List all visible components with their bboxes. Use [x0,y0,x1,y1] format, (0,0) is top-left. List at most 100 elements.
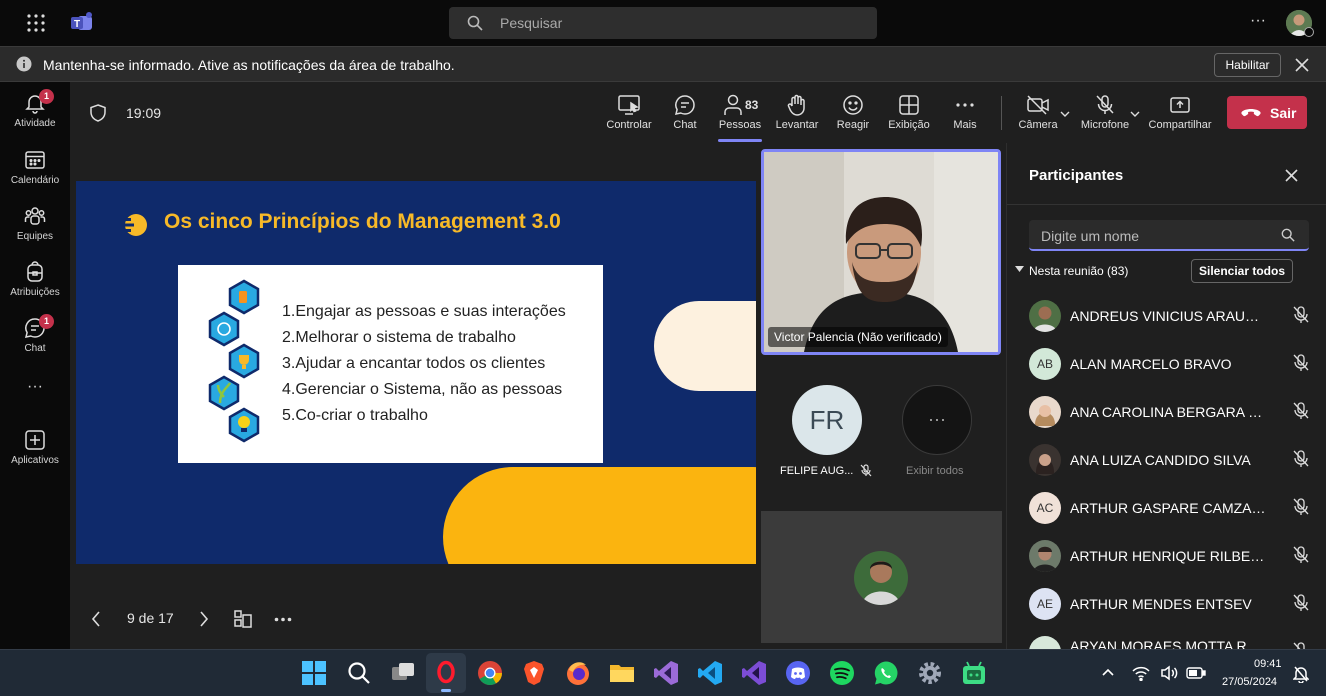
speaker-name-label: Victor Palencia (Não verificado) [768,327,948,347]
participant-initials: AB [1036,357,1053,371]
mic-options-chevron-icon[interactable] [1130,110,1140,118]
participant-row[interactable]: ANA CAROLINA BERGARA SC... [1029,388,1319,436]
mic-off-icon [1293,402,1309,420]
participant-row[interactable]: ARTHUR HENRIQUE RILBER D... [1029,532,1319,580]
camera-button[interactable]: Câmera [1016,94,1060,131]
more-button[interactable]: Mais [948,94,982,131]
self-video-tile[interactable] [761,511,1002,643]
opera-icon-active[interactable] [426,653,466,693]
clock-time[interactable]: 09:41 [1254,658,1282,670]
slide-list-item: 5.Co-criar o trabalho [282,407,428,424]
participant-row[interactable]: AC ARTHUR GASPARE CAMZANO [1029,484,1319,532]
speaker-video [764,152,998,352]
visual-studio-icon[interactable] [653,660,681,688]
close-panel-icon[interactable] [1285,169,1298,182]
slide-content-box: 1.Engajar as pessoas e suas interações 2… [178,265,603,463]
clock-date[interactable]: 27/05/2024 [1222,676,1277,688]
participant-name: ARTHUR MENDES ENTSEV [1070,596,1252,612]
mute-all-button[interactable]: Silenciar todos [1191,259,1293,283]
participant-row[interactable]: AE ARTHUR MENDES ENTSEV [1029,580,1319,628]
rail-item-teams[interactable]: Equipes [0,205,70,242]
participant-photo [1029,540,1061,572]
spotify-icon[interactable] [829,660,857,688]
battery-icon[interactable] [1186,666,1206,680]
rail-item-chat[interactable]: Chat 1 [0,314,70,354]
slide-more-button[interactable] [274,617,292,622]
search-box[interactable]: Pesquisar [449,7,877,39]
rail-item-calendar[interactable]: Calendário [0,149,70,186]
people-label: Pessoas [718,119,762,131]
next-slide-button[interactable] [198,611,210,627]
file-explorer-icon[interactable] [609,660,637,688]
whatsapp-icon[interactable] [873,660,901,688]
chrome-icon[interactable] [477,660,505,688]
search-icon[interactable] [346,660,374,688]
ellipsis-icon [956,103,974,107]
rail-item-assignments[interactable]: Atribuições [0,261,70,298]
speaker-video-tile[interactable]: Victor Palencia (Não verificado) [761,149,1001,355]
title-bar: T Pesquisar ··· [0,0,1326,46]
app-launcher-icon[interactable] [26,13,46,33]
self-avatar [854,551,908,605]
leave-button[interactable]: Sair [1227,96,1307,129]
participant-name: ANA CAROLINA BERGARA SC... [1070,404,1266,420]
chevron-right-icon [200,611,209,627]
speaker-icon[interactable] [1160,665,1178,681]
participant-initials: FR [809,405,845,435]
teams-logo-icon: T [70,12,94,34]
participant-photo [1029,396,1061,428]
search-placeholder: Pesquisar [500,15,563,31]
participant-photo [1029,300,1061,332]
windows-taskbar: 09:41 27/05/2024 [0,649,1326,696]
microphone-button[interactable]: Microfone [1078,94,1132,131]
slide-thumbnails-button[interactable] [234,610,252,628]
react-button[interactable]: Reagir [834,94,872,131]
show-hidden-icons-chevron-icon[interactable] [1102,668,1114,676]
android-studio-icon[interactable] [961,660,989,688]
participant-search-field[interactable]: Digite um nome [1029,220,1309,251]
participant-row-partial[interactable]: ARYAN MORAES MOTTA RUAS [1029,628,1319,649]
notification-bell-icon[interactable] [1293,665,1309,683]
view-all-button[interactable]: ··· [902,385,972,455]
discord-icon[interactable] [785,660,813,688]
chat-button[interactable]: Chat [666,94,704,131]
settings-gear-icon[interactable] [917,660,945,688]
rail-more-button[interactable]: ··· [0,378,70,396]
camera-options-chevron-icon[interactable] [1060,110,1070,118]
slide-list-item: 1.Engajar as pessoas e suas interações [282,303,566,320]
task-view-icon[interactable] [390,660,418,688]
slide-list: 1.Engajar as pessoas e suas interações 2… [282,299,566,429]
wifi-icon[interactable] [1132,665,1150,681]
control-label: Controlar [606,119,652,131]
participant-tile[interactable]: FR [792,385,862,455]
participant-initials: AE [1036,597,1053,611]
view-button[interactable]: Exibição [886,94,932,131]
search-icon [467,15,483,31]
rail-label-assignments: Atribuições [10,287,60,298]
rail-item-apps[interactable]: Aplicativos [0,429,70,466]
people-button[interactable]: 83 Pessoas [717,94,763,131]
participant-tile-name: FELIPE AUG... [780,465,854,477]
shield-icon [90,104,106,122]
previous-slide-button[interactable] [90,611,102,627]
toolbar-divider [1001,96,1002,130]
status-icon [1304,27,1314,37]
enable-notifications-button[interactable]: Habilitar [1214,53,1281,77]
raise-hand-button[interactable]: Levantar [775,94,819,131]
share-button[interactable]: Compartilhar [1146,94,1214,131]
section-toggle[interactable] [1015,266,1024,273]
participant-row[interactable]: ANA LUIZA CANDIDO SILVA [1029,436,1319,484]
more-options-button[interactable]: ··· [1250,12,1266,30]
close-icon[interactable] [1295,58,1309,72]
vscode-icon[interactable] [697,660,725,688]
participant-row[interactable]: AB ALAN MARCELO BRAVO [1029,340,1319,388]
view-all-icon: ··· [928,409,946,429]
visual-studio-preview-icon[interactable] [741,660,769,688]
rail-item-activity[interactable]: Atividade 1 [0,89,70,129]
start-icon[interactable] [301,660,329,688]
firefox-icon[interactable] [565,660,593,688]
participant-row[interactable]: ANDREUS VINICIUS ARAUJO ... [1029,292,1319,340]
control-button[interactable]: Controlar [604,94,654,131]
brave-icon[interactable] [521,660,549,688]
share-label: Compartilhar [1148,119,1212,131]
